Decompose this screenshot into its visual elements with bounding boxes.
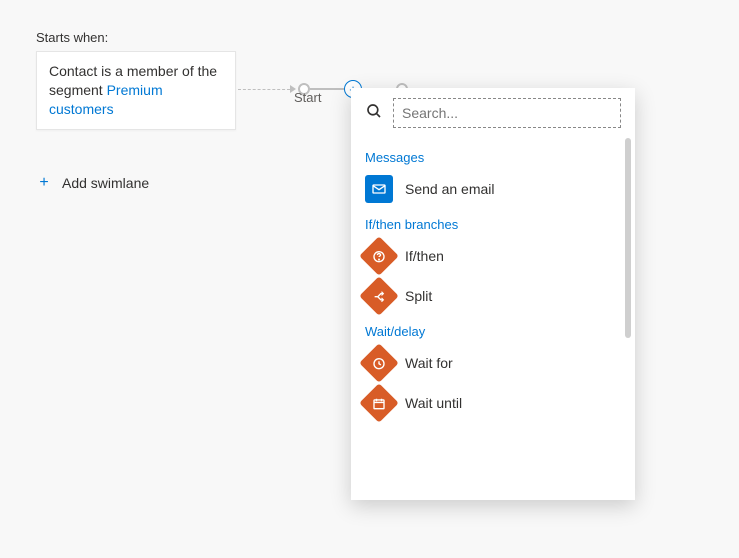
section-title-wait: Wait/delay: [351, 316, 635, 343]
action-label: Wait for: [405, 355, 453, 371]
action-if-then[interactable]: If/then: [351, 236, 635, 276]
add-swimlane-label: Add swimlane: [62, 175, 149, 191]
clock-icon: [359, 343, 399, 383]
start-trigger-card[interactable]: Contact is a member of the segment Premi…: [36, 51, 236, 130]
search-row: [351, 98, 635, 142]
action-label: Send an email: [405, 181, 495, 197]
split-icon: [359, 276, 399, 316]
search-input[interactable]: [393, 98, 621, 128]
question-icon: [359, 236, 399, 276]
starts-when-label: Starts when:: [36, 30, 703, 45]
action-wait-for[interactable]: Wait for: [351, 343, 635, 383]
section-title-branches: If/then branches: [351, 209, 635, 236]
section-title-messages: Messages: [351, 142, 635, 169]
calendar-icon: [359, 383, 399, 423]
action-wait-until[interactable]: Wait until: [351, 383, 635, 423]
action-label: Wait until: [405, 395, 462, 411]
action-label: Split: [405, 288, 432, 304]
action-label: If/then: [405, 248, 444, 264]
action-send-email[interactable]: Send an email: [351, 169, 635, 209]
search-icon: [365, 102, 383, 125]
action-picker-popup: Messages Send an email If/then branches …: [351, 88, 635, 500]
start-node-label: Start: [294, 90, 321, 105]
mail-icon: [365, 175, 393, 203]
dashed-connector: [238, 89, 290, 90]
scrollbar[interactable]: [625, 138, 631, 338]
plus-icon: +: [36, 174, 52, 192]
action-split[interactable]: Split: [351, 276, 635, 316]
journey-canvas: Starts when: Contact is a member of the …: [0, 0, 739, 558]
